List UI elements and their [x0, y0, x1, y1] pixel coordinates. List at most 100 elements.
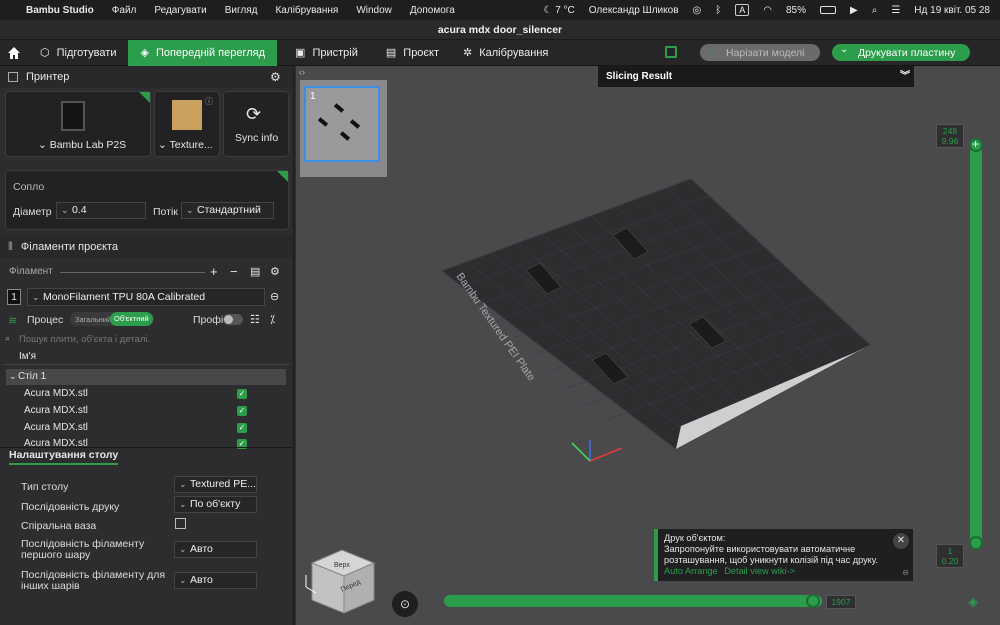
- filament-remove-icon[interactable]: ⊖: [270, 290, 279, 303]
- process-mode-toggle[interactable]: Загальний Об'єктний: [70, 312, 154, 326]
- bluetooth-icon[interactable]: ᛒ: [715, 5, 721, 16]
- print-sequence-label: Послідовність друку: [21, 501, 120, 513]
- plate-card[interactable]: ⓘ ⌄ Texture...: [154, 91, 220, 157]
- info-icon[interactable]: ⓘ: [205, 96, 213, 107]
- menu-edit[interactable]: Редагувати: [154, 5, 206, 16]
- object-visible-checkbox[interactable]: ✓: [237, 423, 247, 433]
- chevron-down-icon[interactable]: ⌄: [840, 44, 848, 55]
- calibration-icon: ✲: [463, 47, 473, 59]
- advanced-switch[interactable]: [223, 314, 243, 325]
- chevron-down-icon[interactable]: ⌄: [9, 371, 17, 382]
- layer-bottom-handle[interactable]: [969, 536, 983, 550]
- plate-thumbnail[interactable]: 1: [304, 86, 380, 162]
- chevron-down-icon: ⌄: [186, 205, 194, 215]
- battery-icon[interactable]: [820, 6, 837, 14]
- fit-view-icon[interactable]: ⊙: [392, 591, 418, 617]
- list-item[interactable]: Acura MDX.stl: [24, 388, 88, 399]
- plate-image: [172, 100, 202, 130]
- view-cube-top-label[interactable]: Верх: [334, 562, 350, 569]
- print-sequence-select[interactable]: ⌄ По об'єкту: [174, 496, 257, 513]
- list-view-icon[interactable]: ☷: [250, 313, 260, 326]
- axis-gizmo: [571, 440, 623, 462]
- layers-toggle-icon[interactable]: ◈: [968, 594, 978, 610]
- menu-file[interactable]: Файл: [112, 5, 137, 16]
- process-icon: ≋: [8, 315, 18, 327]
- search-icon: ⌕: [5, 333, 11, 343]
- view-cube[interactable]: Верх Перед: [302, 545, 382, 620]
- menu-view[interactable]: Вигляд: [225, 5, 258, 16]
- flow-select[interactable]: ⌄ Стандартний: [181, 202, 274, 219]
- plate-tree-row[interactable]: ⌄ Стіл 1: [6, 369, 286, 385]
- printer-settings-gear-icon[interactable]: ⚙: [270, 70, 281, 84]
- menu-app-name[interactable]: Bambu Studio: [26, 5, 94, 16]
- airdrop-icon[interactable]: ◎: [693, 5, 702, 16]
- tab-calibration[interactable]: ✲ Калібрування: [451, 40, 560, 66]
- percent-icon[interactable]: ⁒: [270, 313, 275, 326]
- plate-type-value: Textured PE...: [190, 478, 256, 490]
- slice-button[interactable]: ⌄ Нарізати моделі: [700, 44, 820, 61]
- search-bar[interactable]: ⌕: [5, 332, 289, 346]
- tab-project[interactable]: ▤ Проєкт: [374, 40, 451, 66]
- filament-divider: [60, 272, 205, 273]
- menu-window[interactable]: Window: [356, 5, 392, 16]
- add-filament-icon[interactable]: +: [210, 264, 218, 279]
- toggle-object[interactable]: Об'єктний: [110, 312, 153, 326]
- weather-status[interactable]: ☾ 7 °C: [543, 5, 574, 16]
- chevron-down-icon: ⌄: [158, 139, 170, 151]
- wifi-icon[interactable]: ◠: [763, 5, 772, 16]
- input-source-icon[interactable]: A: [735, 4, 750, 16]
- printer-card[interactable]: ⌄ Bambu Lab P2S: [5, 91, 151, 157]
- minimize-icon[interactable]: ⊖: [902, 567, 909, 578]
- search-icon[interactable]: ⌕: [872, 5, 878, 16]
- filament-settings-gear-icon[interactable]: ⚙: [270, 265, 280, 278]
- tab-device[interactable]: ▣ Пристрій: [283, 40, 370, 66]
- printer-name[interactable]: ⌄ Bambu Lab P2S: [38, 139, 126, 151]
- chevron-down-icon[interactable]: ⌄: [708, 44, 716, 55]
- control-center-icon[interactable]: ☰: [891, 5, 900, 16]
- home-button[interactable]: [0, 40, 28, 66]
- spiral-vase-checkbox[interactable]: [175, 518, 186, 529]
- slicing-result-panel[interactable]: Slicing Result ︾: [598, 66, 914, 87]
- thumbnail-objects: [317, 103, 361, 141]
- filaments-section-title: Філаменти проєкта: [20, 241, 118, 253]
- diameter-select[interactable]: ⌄ 0.4: [56, 202, 146, 219]
- layer-top-tag: 248 9.96: [936, 124, 964, 148]
- close-icon[interactable]: ✕: [893, 533, 909, 549]
- plate-type[interactable]: ⌄ Texture...: [158, 139, 213, 151]
- plus-icon[interactable]: +: [972, 137, 979, 151]
- chevron-double-down-icon[interactable]: ︾: [900, 66, 910, 87]
- filament-sublabel: Філамент: [9, 266, 53, 277]
- object-visible-checkbox[interactable]: ✓: [237, 389, 247, 399]
- print-plate-button[interactable]: ⌄ Друкувати пластину: [832, 44, 970, 61]
- sync-info-button[interactable]: ⟳ Sync info: [223, 91, 289, 157]
- other-layers-sequence-select[interactable]: ⌄ Авто: [174, 572, 257, 589]
- play-icon[interactable]: ▶: [850, 5, 858, 16]
- clock[interactable]: Нд 19 квіт. 05 28: [914, 5, 990, 16]
- list-item[interactable]: Acura MDX.stl: [24, 422, 88, 433]
- flow-value: Стандартний: [197, 204, 261, 216]
- auto-arrange-link[interactable]: Auto Arrange: [664, 566, 718, 576]
- move-slider[interactable]: [444, 595, 822, 607]
- move-slider-handle[interactable]: [806, 594, 820, 608]
- menu-help[interactable]: Допомога: [410, 5, 455, 16]
- user-name[interactable]: Олександр Шликов: [589, 5, 679, 16]
- object-visible-checkbox[interactable]: ✓: [237, 406, 247, 416]
- left-sidebar: Принтер ⚙ ⌄ Bambu Lab P2S ⓘ ⌄ Texture...…: [0, 66, 294, 625]
- list-item[interactable]: Acura MDX.stl: [24, 405, 88, 416]
- layer-range-slider[interactable]: [970, 146, 982, 546]
- tab-preview[interactable]: ◈ Попередній перегляд: [128, 39, 278, 66]
- tab-prepare[interactable]: ⬡ Підготувати: [28, 40, 128, 66]
- wiki-link[interactable]: Detail view wiki->: [724, 566, 795, 576]
- multi-plate-icon[interactable]: [665, 46, 677, 58]
- toggle-global[interactable]: Загальний: [75, 315, 111, 324]
- first-layer-sequence-select[interactable]: ⌄ Авто: [174, 541, 257, 558]
- filament-select[interactable]: ⌄ MonoFilament TPU 80A Calibrated: [27, 288, 265, 306]
- printer-model-label: Bambu Lab P2S: [49, 139, 127, 151]
- chevron-down-icon: ⌄: [179, 544, 187, 554]
- menu-calibration[interactable]: Калібрування: [275, 5, 338, 16]
- plate-type-select[interactable]: ⌄ Textured PE...: [174, 476, 257, 493]
- layer-bottom-height: 0.20: [941, 556, 959, 566]
- filament-sync-icon[interactable]: ▤: [250, 265, 260, 278]
- object-search-input[interactable]: [19, 332, 279, 346]
- remove-filament-icon[interactable]: −: [230, 264, 238, 279]
